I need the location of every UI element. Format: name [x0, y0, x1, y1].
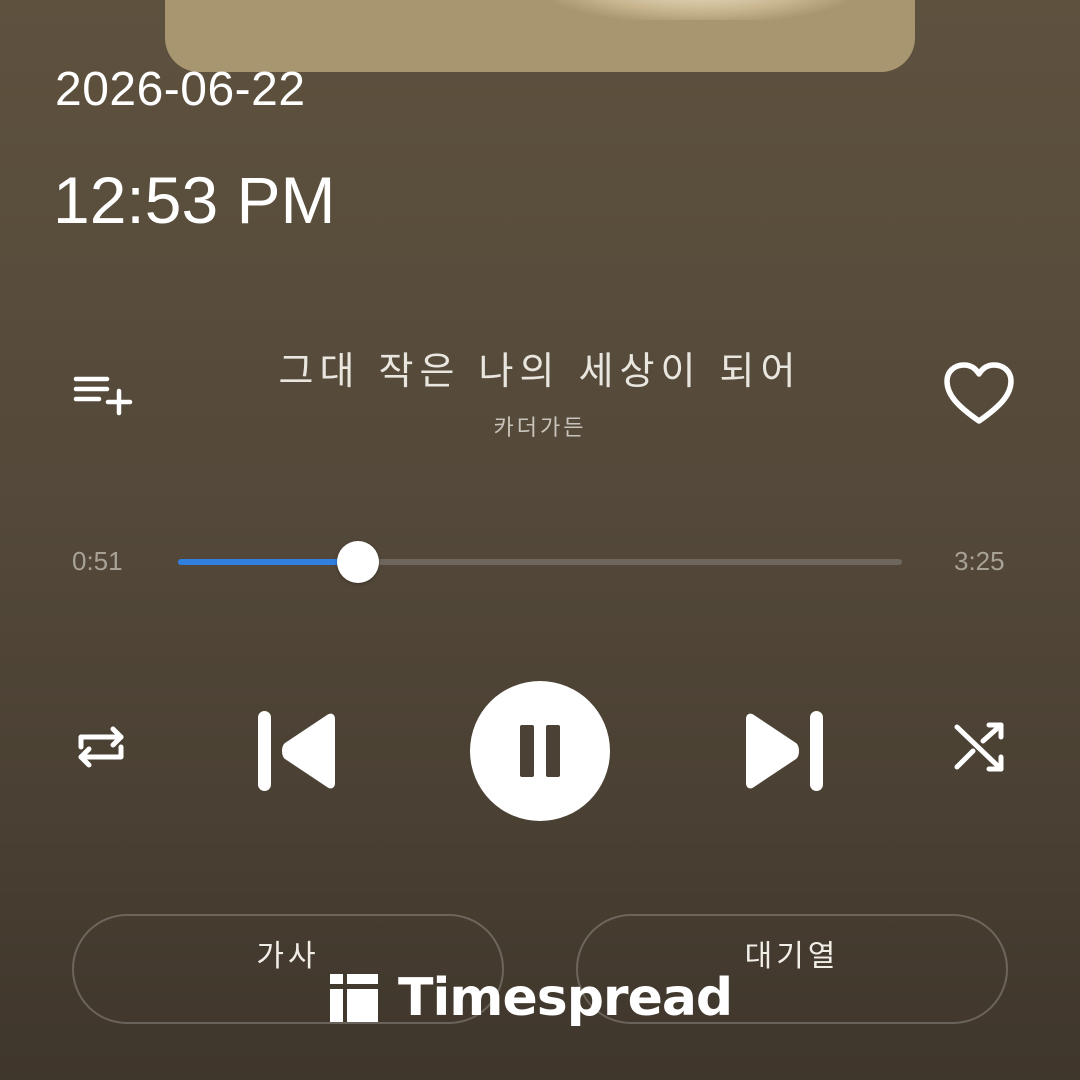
artist-name[interactable]: 카더가든 [390, 410, 690, 442]
watermark-text: Timespread [398, 968, 733, 1028]
shuffle-button[interactable] [944, 712, 1014, 782]
play-pause-button[interactable] [470, 681, 610, 821]
progress-bar[interactable] [178, 541, 902, 583]
shuffle-icon [954, 722, 1004, 772]
like-button[interactable] [938, 356, 1020, 432]
total-duration: 3:25 [954, 546, 1005, 576]
progress-thumb[interactable] [337, 541, 380, 583]
skip-previous-icon [258, 711, 335, 791]
watermark: Timespread [330, 968, 733, 1028]
pause-icon [520, 725, 560, 777]
next-button[interactable] [735, 706, 831, 796]
queue-label: 대기열 [744, 939, 840, 974]
repeat-button[interactable] [66, 712, 136, 782]
repeat-icon [78, 726, 124, 768]
lyrics-label: 가사 [256, 939, 320, 974]
heart-outline-icon [944, 362, 1014, 424]
album-art-highlight [550, 0, 850, 20]
timespread-logo-icon [330, 974, 378, 1022]
elapsed-time: 0:51 [72, 546, 123, 576]
date-label: 2026-06-22 [55, 63, 306, 116]
playlist-add-icon [73, 376, 133, 416]
time-label: 12:53 PM [53, 163, 336, 237]
previous-button[interactable] [250, 706, 346, 796]
add-to-playlist-button[interactable] [62, 362, 138, 422]
song-title: 그대 작은 나의 세상이 되어 [278, 349, 802, 393]
skip-next-icon [746, 711, 823, 791]
progress-fill [178, 559, 359, 565]
